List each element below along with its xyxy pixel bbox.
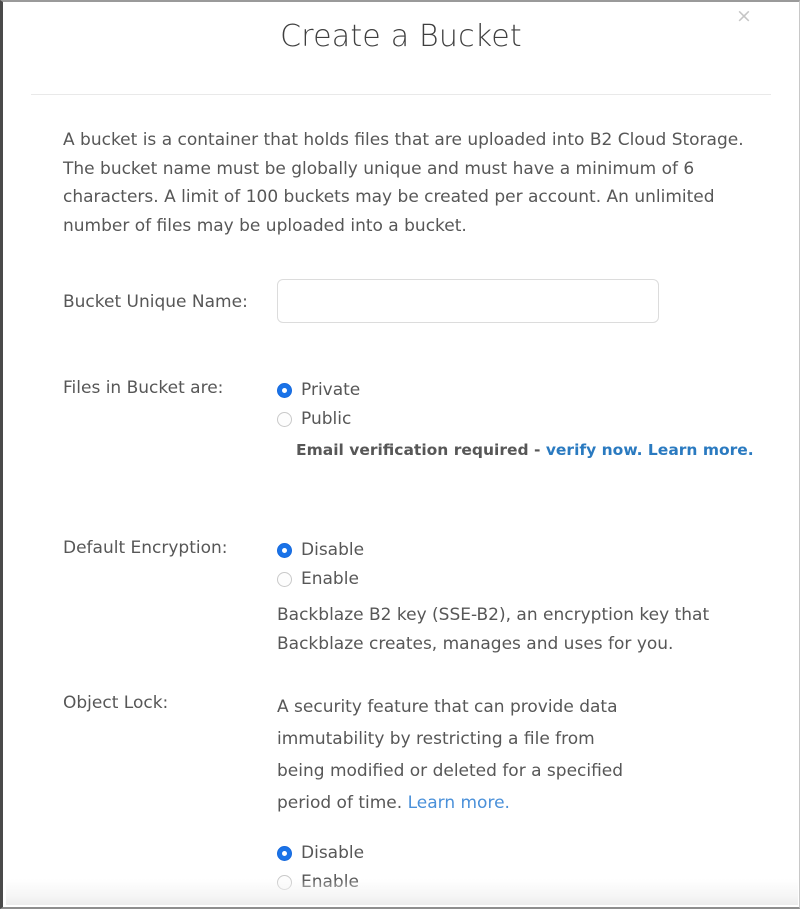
field-row-default-encryption: Default Encryption: Disable Enable Backb… (63, 536, 771, 659)
radio-encryption-disable-label[interactable]: Disable (301, 542, 364, 559)
radio-object-lock-disable-icon[interactable] (277, 846, 292, 861)
files-visibility-label: Files in Bucket are: (63, 378, 224, 398)
radio-option-encryption-disable[interactable]: Disable (277, 536, 771, 565)
header-divider (31, 94, 771, 95)
object-lock-description: A security feature that can provide data… (277, 691, 647, 819)
radio-private-label[interactable]: Private (301, 382, 360, 399)
email-verification-note: Email verification required - verify now… (296, 441, 771, 459)
page-title: Create a Bucket (280, 19, 522, 54)
radio-public-icon[interactable] (277, 412, 292, 427)
radio-encryption-disable-icon[interactable] (277, 543, 292, 558)
radio-object-lock-disable-label[interactable]: Disable (301, 845, 364, 862)
object-lock-label: Object Lock: (63, 693, 169, 713)
object-lock-learn-more-link[interactable]: Learn more. (408, 793, 510, 813)
object-lock-control: A security feature that can provide data… (277, 691, 771, 897)
email-verification-learn-more-link[interactable]: Learn more. (643, 441, 754, 459)
bucket-name-label: Bucket Unique Name: (63, 292, 248, 312)
files-visibility-control: Private Public Email verification requir… (277, 376, 771, 459)
dialog-description: A bucket is a container that holds files… (63, 130, 744, 236)
dialog-body: A bucket is a container that holds files… (3, 126, 799, 897)
bucket-name-control (277, 279, 771, 323)
default-encryption-help-line-2: Backblaze creates, manages and uses for … (277, 634, 674, 654)
default-encryption-label: Default Encryption: (63, 538, 228, 558)
create-bucket-dialog: Create a Bucket × A bucket is a containe… (0, 0, 800, 909)
default-encryption-control: Disable Enable Backblaze B2 key (SSE-B2)… (277, 536, 771, 659)
radio-public-label[interactable]: Public (301, 411, 351, 428)
radio-object-lock-enable-icon[interactable] (277, 875, 292, 890)
bucket-name-input[interactable] (277, 279, 659, 323)
dialog-header: Create a Bucket × (3, 2, 799, 95)
radio-option-object-lock-enable[interactable]: Enable (277, 868, 771, 897)
field-row-bucket-name: Bucket Unique Name: (63, 279, 771, 323)
radio-encryption-enable-icon[interactable] (277, 572, 292, 587)
object-lock-radio-group: Disable Enable (277, 839, 771, 897)
default-encryption-help-line-1: Backblaze B2 key (SSE-B2), an encryption… (277, 605, 710, 625)
field-row-files-visibility: Files in Bucket are: Private Public Emai… (63, 376, 771, 459)
radio-object-lock-enable-label[interactable]: Enable (301, 874, 359, 891)
radio-encryption-enable-label[interactable]: Enable (301, 571, 359, 588)
field-row-object-lock: Object Lock: A security feature that can… (63, 691, 771, 897)
radio-option-object-lock-disable[interactable]: Disable (277, 839, 771, 868)
close-icon[interactable]: × (733, 5, 755, 27)
radio-option-public[interactable]: Public (277, 405, 771, 434)
radio-private-icon[interactable] (277, 383, 292, 398)
verify-now-link[interactable]: verify now. (546, 441, 643, 459)
default-encryption-help: Backblaze B2 key (SSE-B2), an encryption… (277, 601, 771, 659)
radio-option-encryption-enable[interactable]: Enable (277, 565, 771, 594)
email-verification-text: Email verification required - (296, 441, 546, 459)
radio-option-private[interactable]: Private (277, 376, 771, 405)
